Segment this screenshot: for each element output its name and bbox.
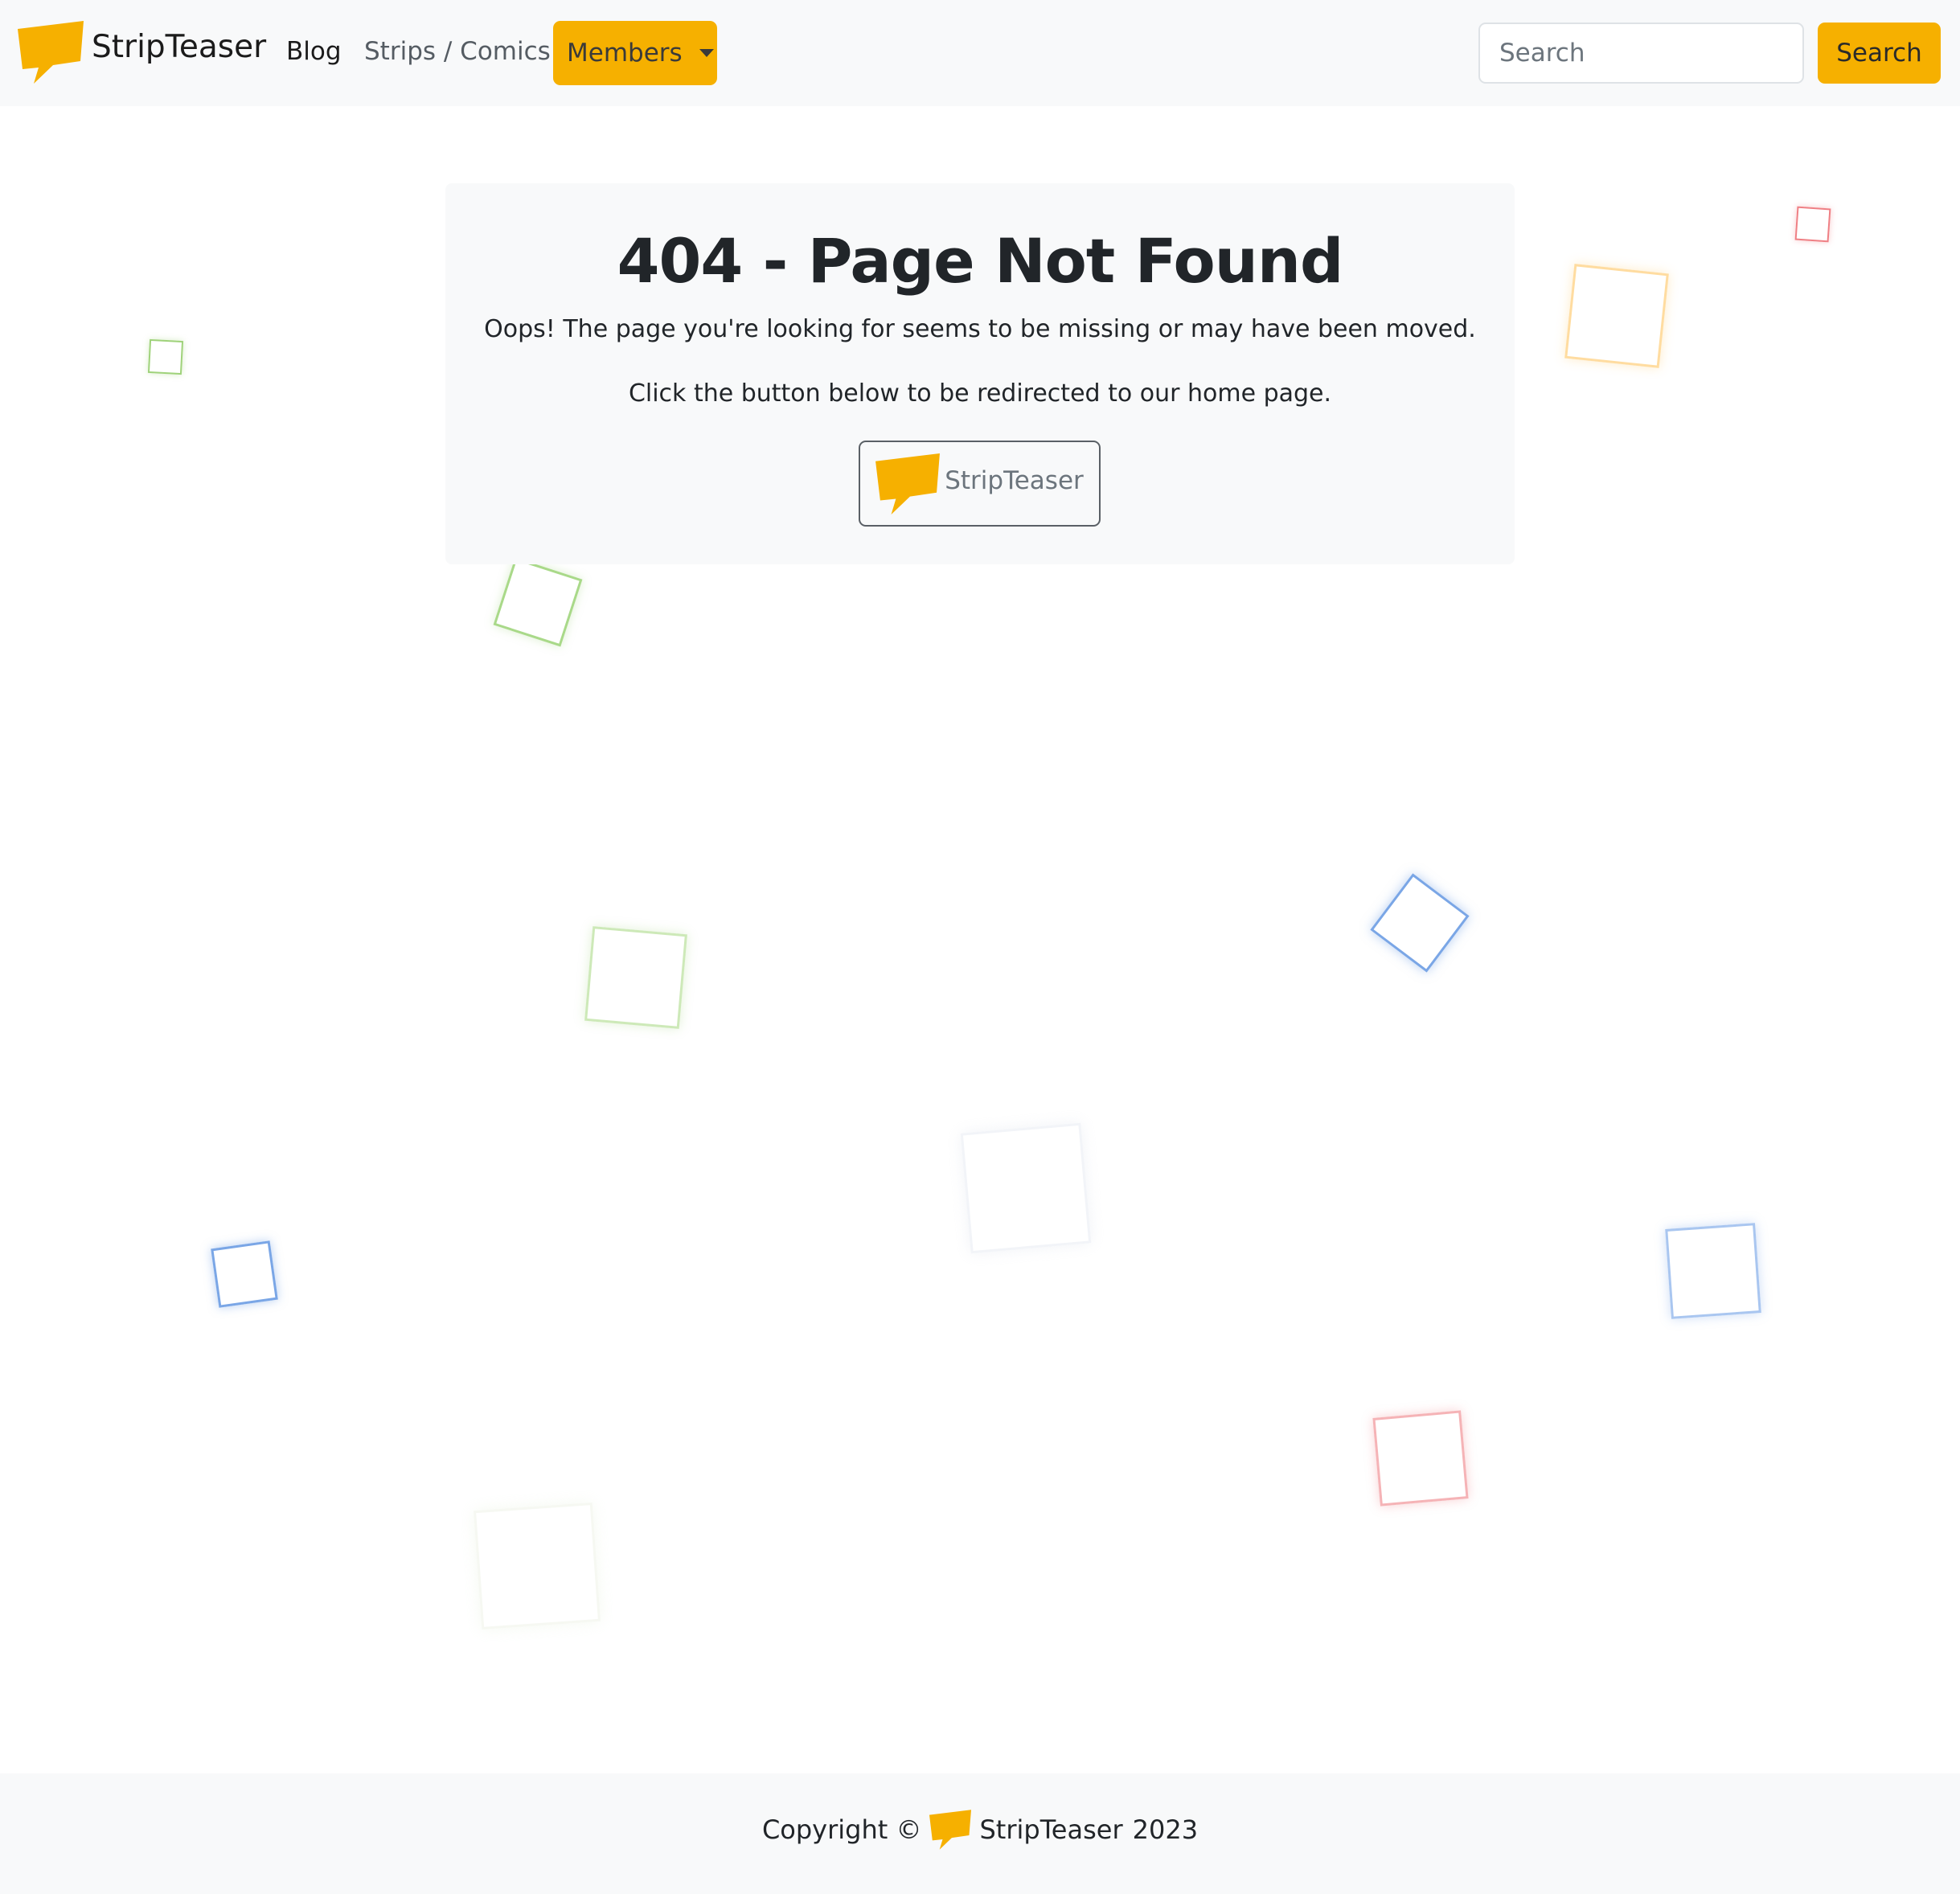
decorative-square [493, 557, 583, 647]
decorative-square [147, 338, 184, 375]
speech-bubble-logo-icon [875, 453, 941, 514]
navbar: StripTeaser Blog Strips / Comics Members… [0, 0, 1960, 106]
decorative-square [474, 1502, 601, 1630]
decorative-square [211, 1240, 278, 1308]
speech-bubble-logo-icon [929, 1810, 972, 1850]
decorative-square [1370, 873, 1470, 973]
members-label: Members [567, 39, 683, 68]
nav-link-blog[interactable]: Blog [286, 37, 342, 66]
error-message: Oops! The page you're looking for seems … [484, 315, 1476, 343]
not-found-card: 404 - Page Not Found Oops! The page you'… [445, 183, 1515, 564]
home-button-label: StripTeaser [945, 465, 1084, 495]
nav-link-strips-comics[interactable]: Strips / Comics [364, 37, 551, 66]
caret-down-icon [699, 49, 714, 57]
copyright-text: Copyright © [761, 1814, 922, 1845]
footer-brand: StripTeaser [979, 1814, 1123, 1845]
speech-bubble-logo-icon [18, 21, 84, 84]
search-button[interactable]: Search [1818, 23, 1941, 84]
decorative-square [1794, 206, 1831, 243]
decorative-square [1372, 1410, 1469, 1507]
page-title: 404 - Page Not Found [617, 225, 1344, 297]
decorative-square [1665, 1223, 1761, 1319]
search-input[interactable] [1478, 23, 1804, 84]
brand-name: StripTeaser [92, 28, 267, 65]
redirect-instruction: Click the button below to be redirected … [628, 379, 1332, 408]
brand-link[interactable]: StripTeaser [18, 21, 266, 84]
decorative-square [584, 926, 687, 1029]
footer-year: 2023 [1132, 1814, 1199, 1845]
footer: Copyright © StripTeaser 2023 [0, 1773, 1960, 1894]
members-dropdown-button[interactable]: Members [553, 21, 717, 85]
decorative-square [1564, 264, 1669, 368]
home-button[interactable]: StripTeaser [859, 441, 1101, 527]
decorative-square [960, 1122, 1092, 1254]
